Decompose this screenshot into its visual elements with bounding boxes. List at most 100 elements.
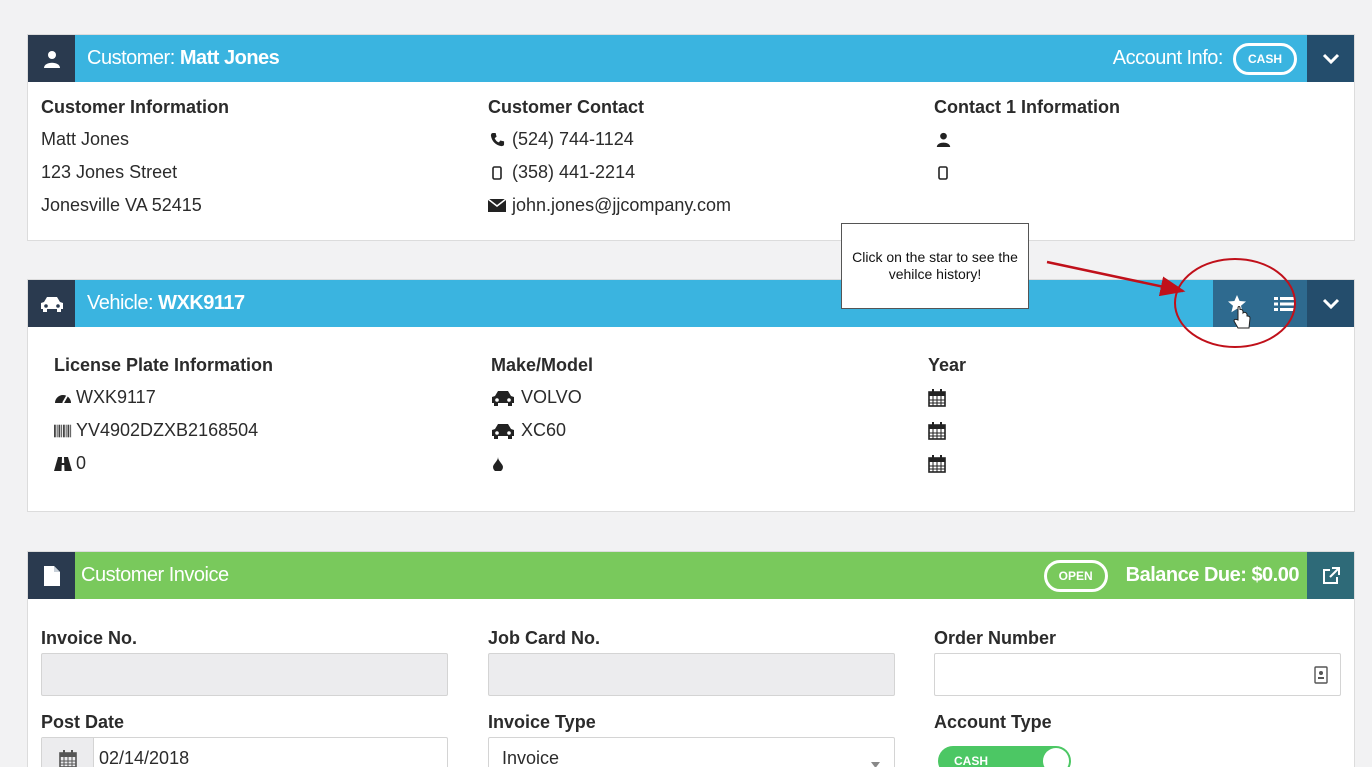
make-row: VOLVO: [491, 381, 911, 414]
license-plate-column: License Plate Information WXK9117 YV4902…: [54, 354, 474, 480]
collapse-customer-button[interactable]: [1307, 35, 1354, 82]
tutorial-callout: Click on the star to see the vehilce his…: [841, 223, 1029, 309]
email-row: john.jones@jjcompany.com: [488, 189, 908, 222]
vehicle-history-star-button[interactable]: [1213, 280, 1260, 327]
customer-city-line: Jonesville VA 52415: [41, 195, 202, 215]
file-icon: [28, 552, 75, 599]
color-row: [491, 447, 911, 480]
chevron-down-icon: [1322, 298, 1339, 309]
collapse-vehicle-button[interactable]: [1307, 280, 1354, 327]
vehicle-title: Vehicle: WXK9117: [87, 292, 245, 314]
customer-contact-heading: Customer Contact: [488, 97, 645, 117]
open-invoice-external-button[interactable]: [1307, 552, 1354, 599]
invoice-header: Customer Invoice OPEN Balance Due: $0.00: [28, 552, 1354, 599]
email-value[interactable]: john.jones@jjcompany.com: [512, 189, 731, 222]
invoice-type-value: Invoice: [502, 748, 560, 767]
invoice-no-label: Invoice No.: [41, 628, 138, 648]
star-icon: [1227, 294, 1246, 312]
make-value: VOLVO: [521, 387, 582, 407]
user-icon: [28, 35, 75, 82]
account-cash-badge: CASH: [1232, 42, 1297, 75]
phone-value[interactable]: (524) 744-1124: [512, 123, 634, 156]
contact1-heading: Contact 1 Information: [934, 97, 1121, 117]
chevron-down-icon: [1322, 53, 1339, 64]
vehicle-header: Vehicle: WXK9117: [28, 280, 1354, 327]
vehicle-plate-title: WXK9117: [158, 292, 245, 314]
callout-text: Click on the star to see the vehilce his…: [852, 249, 1018, 282]
mobile-icon: [934, 165, 952, 180]
vin-row: YV4902DZXB2168504: [54, 414, 474, 447]
make-model-heading: Make/Model: [491, 355, 594, 375]
barcode-icon: [54, 424, 72, 438]
invoice-type-select[interactable]: Invoice: [488, 737, 895, 767]
dashboard-icon: [54, 391, 72, 405]
year-row-1: [928, 381, 1328, 414]
contact-card-icon: [1314, 666, 1328, 689]
year-row-2: [928, 414, 1328, 447]
calendar-icon[interactable]: [42, 738, 94, 767]
customer-info-column: Customer Information Matt Jones 123 Jone…: [41, 96, 461, 222]
account-info-label: Account Info:: [1112, 47, 1224, 69]
invoice-title: Customer Invoice: [81, 564, 229, 586]
list-icon: [1273, 296, 1294, 311]
vehicle-list-button[interactable]: [1260, 280, 1307, 327]
customer-title: Customer: Matt Jones: [87, 47, 280, 69]
customer-name: Matt Jones: [179, 47, 280, 69]
customer-street-line: 123 Jones Street: [41, 162, 178, 182]
mileage-value: 0: [76, 453, 87, 473]
car-icon: [491, 390, 515, 406]
customer-panel: Customer: Matt Jones Account Info: CASH …: [27, 34, 1355, 241]
contact1-column: Contact 1 Information: [934, 96, 1334, 189]
model-row: XC60: [491, 414, 911, 447]
customer-name-line: Matt Jones: [41, 129, 130, 149]
external-link-icon: [1322, 566, 1340, 584]
order-number-input[interactable]: [934, 653, 1341, 696]
post-date-value: 02/14/2018: [99, 748, 190, 767]
vin-value: YV4902DZXB2168504: [76, 420, 259, 440]
tint-drop-icon: [491, 456, 505, 471]
calendar-icon: [928, 421, 946, 440]
account-type-toggle[interactable]: CASH: [938, 746, 1071, 767]
customer-info-heading: Customer Information: [41, 97, 230, 117]
envelope-icon: [488, 199, 506, 212]
road-icon: [54, 456, 72, 471]
calendar-icon: [928, 454, 946, 473]
phone-icon: [488, 132, 506, 147]
year-row-3: [928, 447, 1328, 480]
car-icon: [491, 423, 515, 439]
year-column: Year: [928, 354, 1328, 480]
customer-header: Customer: Matt Jones Account Info: CASH: [28, 35, 1354, 82]
phone-row: (524) 744-1124: [488, 123, 908, 156]
year-heading: Year: [928, 355, 967, 375]
invoice-open-badge: OPEN: [1043, 559, 1108, 592]
invoice-no-input: [41, 653, 448, 696]
post-date-label: Post Date: [41, 712, 125, 732]
contact1-mobile-row: [934, 156, 1334, 189]
mobile-row: (358) 441-2214: [488, 156, 908, 189]
car-icon: [28, 280, 75, 327]
post-date-input[interactable]: 02/14/2018: [41, 737, 448, 767]
account-type-toggle-label: CASH: [954, 754, 989, 767]
mobile-value[interactable]: (358) 441-2214: [512, 156, 635, 189]
customer-contact-column: Customer Contact (524) 744-1124 (358) 44…: [488, 96, 908, 222]
toggle-knob: [1043, 748, 1069, 767]
make-model-column: Make/Model VOLVO XC60: [491, 354, 911, 480]
caret-down-icon: [871, 755, 880, 767]
vehicle-panel: Vehicle: WXK9117 License Plate Informati…: [27, 279, 1355, 512]
job-card-label: Job Card No.: [488, 628, 601, 648]
plate-row: WXK9117: [54, 381, 474, 414]
license-plate-heading: License Plate Information: [54, 355, 274, 375]
account-type-label: Account Type: [934, 712, 1052, 732]
balance-due: Balance Due: $0.00: [1125, 564, 1300, 586]
mobile-icon: [488, 165, 506, 180]
user-icon: [934, 132, 952, 147]
invoice-type-label: Invoice Type: [488, 712, 596, 732]
calendar-icon: [928, 388, 946, 407]
job-card-input: [488, 653, 895, 696]
invoice-panel: Customer Invoice OPEN Balance Due: $0.00…: [27, 551, 1355, 767]
contact1-user-row: [934, 123, 1334, 156]
plate-value: WXK9117: [76, 387, 156, 407]
mileage-row: 0: [54, 447, 474, 480]
order-number-label: Order Number: [934, 628, 1057, 648]
model-value: XC60: [521, 420, 567, 440]
